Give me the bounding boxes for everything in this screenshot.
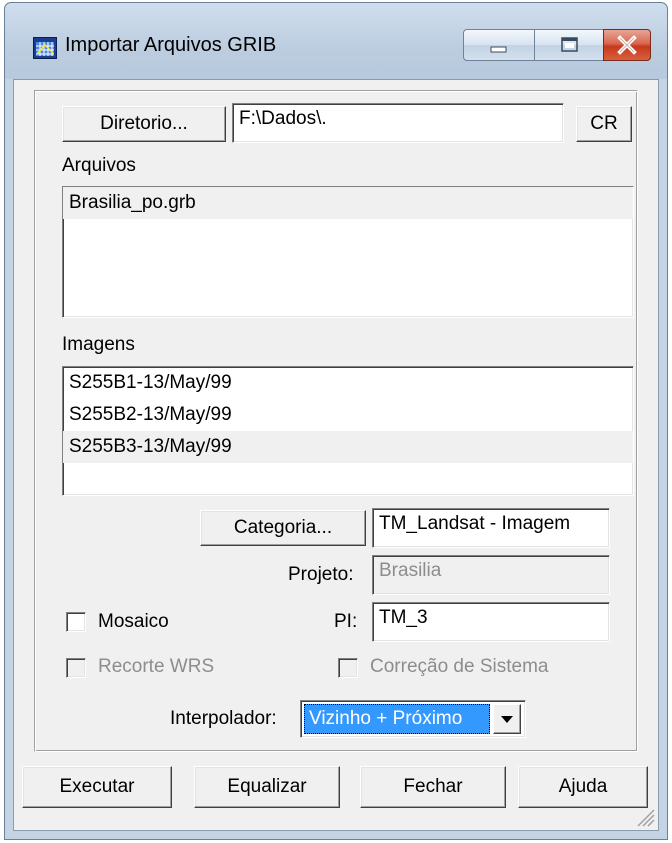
execute-button-label: Executar	[59, 776, 135, 797]
recorte-wrs-checkbox[interactable]	[66, 658, 86, 678]
project-field: Brasilia	[372, 555, 610, 595]
interpolator-select[interactable]: Vizinho + Próximo	[300, 700, 526, 738]
directory-button-label: Diretorio...	[100, 113, 188, 134]
import-grib-window: Importar Arquivos GRIB Diretorio... F:\D…	[4, 2, 668, 840]
images-listbox[interactable]: S255B1-13/May/99 S255B2-13/May/99 S255B3…	[62, 366, 634, 496]
window-title: Importar Arquivos GRIB	[65, 34, 277, 56]
dropdown-arrow-button[interactable]	[493, 704, 521, 734]
equalize-button-label: Equalizar	[227, 776, 307, 797]
category-button-label: Categoria...	[233, 517, 333, 538]
maximize-button[interactable]	[534, 29, 604, 61]
minimize-button[interactable]	[463, 29, 535, 61]
pi-label: PI:	[334, 611, 358, 632]
category-field[interactable]: TM_Landsat - Imagem	[372, 508, 610, 548]
category-value: TM_Landsat - Imagem	[379, 513, 571, 534]
title-bar[interactable]: Importar Arquivos GRIB	[5, 3, 667, 79]
interpolator-selected-value: Vizinho + Próximo	[304, 704, 490, 734]
chevron-down-icon	[501, 716, 513, 723]
project-value: Brasilia	[379, 560, 442, 581]
project-label: Projeto:	[288, 564, 354, 585]
close-icon	[617, 35, 637, 55]
help-button-label: Ajuda	[558, 776, 608, 797]
close-button-label: Fechar	[403, 776, 463, 797]
cr-button-label: CR	[590, 113, 618, 134]
dialog-client-area: Diretorio... F:\Dados\. CR Arquivos Bras…	[13, 79, 659, 831]
close-window-button[interactable]	[603, 29, 651, 61]
close-button[interactable]: Fechar	[360, 766, 506, 808]
recorte-wrs-label[interactable]: Recorte WRS	[98, 656, 214, 678]
equalize-button[interactable]: Equalizar	[194, 766, 340, 808]
help-button[interactable]: Ajuda	[518, 766, 648, 808]
maximize-icon	[561, 37, 578, 52]
mosaic-checkbox[interactable]	[66, 612, 86, 632]
pi-value: TM_3	[379, 607, 428, 628]
mosaic-label[interactable]: Mosaico	[98, 611, 169, 633]
correcao-sistema-label[interactable]: Correção de Sistema	[370, 656, 548, 678]
files-listbox[interactable]: Brasilia_po.grb	[62, 186, 634, 318]
resize-grip-icon[interactable]	[634, 806, 656, 828]
grid-window-icon	[33, 37, 57, 59]
list-item[interactable]: S255B2-13/May/99	[63, 399, 633, 431]
list-item[interactable]: S255B3-13/May/99	[63, 431, 633, 463]
category-button[interactable]: Categoria...	[200, 510, 366, 546]
directory-path-field[interactable]: F:\Dados\.	[232, 103, 564, 143]
list-item[interactable]: Brasilia_po.grb	[63, 187, 633, 219]
execute-button[interactable]: Executar	[22, 766, 172, 808]
directory-path-value: F:\Dados\.	[239, 108, 327, 129]
pi-field[interactable]: TM_3	[372, 602, 610, 642]
interpolator-label: Interpolador:	[170, 708, 277, 729]
correcao-sistema-checkbox[interactable]	[338, 658, 358, 678]
images-label: Imagens	[62, 334, 135, 355]
minimize-icon	[490, 46, 507, 53]
directory-button[interactable]: Diretorio...	[62, 106, 226, 142]
list-item[interactable]: S255B1-13/May/99	[63, 367, 633, 399]
files-label: Arquivos	[62, 155, 136, 176]
cr-button[interactable]: CR	[576, 106, 632, 142]
